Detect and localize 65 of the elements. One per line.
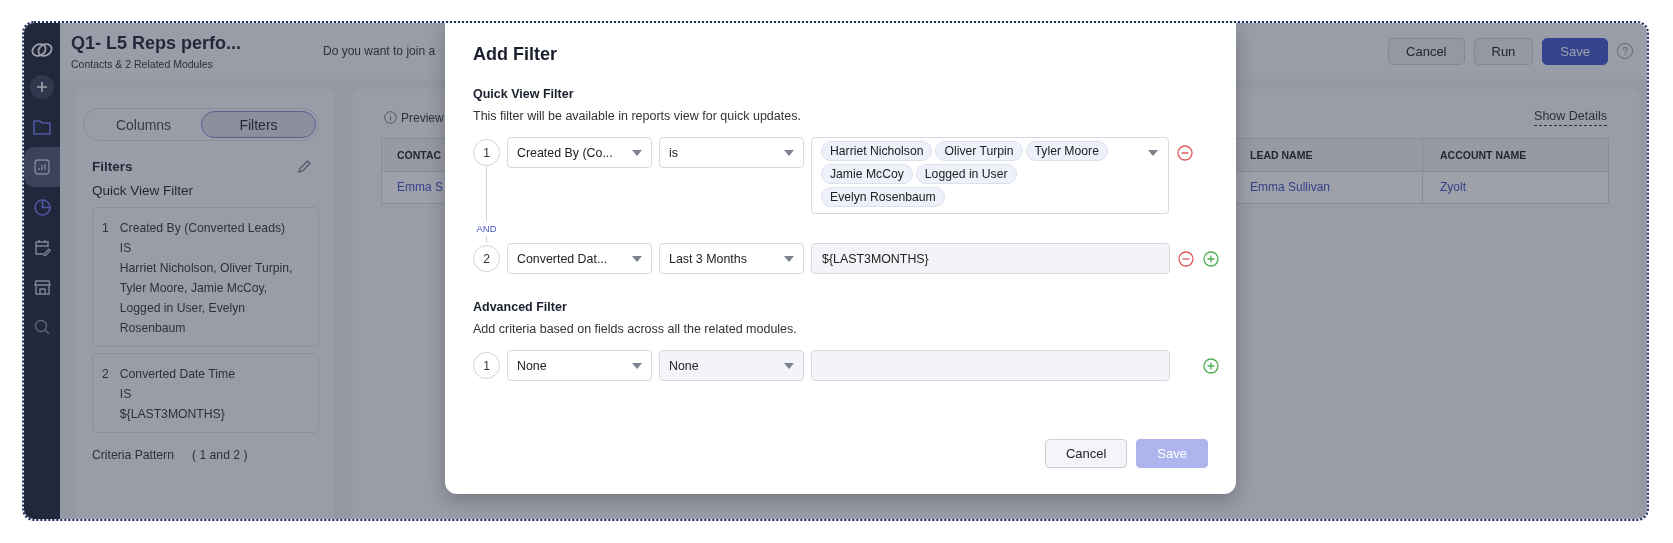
filter-number: 1 <box>102 220 109 237</box>
save-button[interactable]: Save <box>1542 37 1608 65</box>
section-label: Quick View Filter <box>91 183 195 198</box>
value-tag[interactable]: Oliver Turpin <box>935 141 1023 161</box>
value-tag[interactable]: Evelyn Rosenbaum <box>821 187 945 207</box>
filter-operator: IS <box>119 386 133 403</box>
value-tag[interactable]: Jamie McCoy <box>821 164 913 184</box>
value-tag[interactable]: Logged in User <box>915 164 1017 184</box>
remove-icon[interactable] <box>1177 144 1193 161</box>
remove-icon[interactable] <box>1178 250 1194 267</box>
logo-icon[interactable] <box>30 40 54 60</box>
join-prompt: Do you want to join a <box>323 44 436 58</box>
add-icon[interactable] <box>1203 357 1219 374</box>
filter-operator: IS <box>119 240 133 257</box>
caret-icon <box>632 255 642 262</box>
field-select[interactable]: None <box>507 350 652 381</box>
calendar-edit-icon[interactable] <box>33 238 51 256</box>
caret-icon <box>632 149 642 156</box>
field-select[interactable]: Converted Dat... <box>507 243 652 274</box>
folder-icon[interactable] <box>33 119 51 135</box>
value-tag[interactable]: Tyler Moore <box>1025 141 1108 161</box>
caret-icon <box>784 255 794 262</box>
table-cell[interactable]: Zyolt <box>1423 172 1608 203</box>
field-select[interactable]: Created By (Co... <box>507 137 652 168</box>
column-header: ACCOUNT NAME <box>1423 139 1608 172</box>
add-icon[interactable] <box>30 75 54 99</box>
dialog-title: Add Filter <box>473 44 557 65</box>
criteria-pattern: ( 1 and 2 ) <box>191 448 248 462</box>
section-heading: Quick View Filter <box>473 87 574 101</box>
caret-icon <box>632 362 642 369</box>
criteria-label: Criteria Pattern <box>92 448 174 462</box>
column-header: LEAD NAME <box>1233 139 1423 172</box>
toggle-tab[interactable]: Columns <box>86 111 201 138</box>
report-subtitle: Contacts & 2 Related Modules <box>71 57 214 70</box>
info-icon <box>384 111 397 124</box>
action-button[interactable]: Run <box>1473 37 1534 65</box>
caret-icon <box>784 149 794 156</box>
operator-select[interactable]: Last 3 Months <box>659 243 804 274</box>
preview-label: Preview <box>401 110 444 125</box>
caret-icon <box>1148 150 1158 156</box>
section-description: This filter will be available in reports view for quick updates. <box>473 109 801 123</box>
chart-icon[interactable] <box>34 159 50 175</box>
show-details-link[interactable]: Show Details <box>1534 109 1607 126</box>
search-icon[interactable] <box>33 318 51 336</box>
operator-select[interactable]: is <box>659 137 804 168</box>
report-title: Q1- L5 Reps perfo... <box>71 32 243 54</box>
cancel-button[interactable]: Cancel <box>1044 439 1128 468</box>
section-description: Add criteria based on fields across all the related modules. <box>473 322 797 336</box>
connector-label: AND <box>476 223 497 234</box>
caret-icon <box>784 362 794 369</box>
value-select[interactable]: Harriet Nicholson Oliver Turpin Tyler Moore Jamie McCoy Logged in User Evelyn Rosenbaum <box>811 137 1169 214</box>
filter-value: Harriet Nicholson, Oliver Turpin, Tyler Moore, Jamie McCoy, Logged in User, Evelyn Rosenbaum <box>119 260 294 337</box>
pie-chart-icon[interactable] <box>33 198 51 216</box>
filter-value: ${LAST3MONTHS} <box>119 406 226 423</box>
store-icon[interactable] <box>33 278 51 296</box>
value-tag[interactable]: Harriet Nicholson <box>821 141 933 161</box>
filter-field: Created By (Converted Leads) <box>119 218 310 238</box>
filters-heading: Filters <box>92 159 133 174</box>
section-heading: Advanced Filter <box>473 300 567 314</box>
add-icon[interactable] <box>1203 250 1219 267</box>
pencil-icon[interactable] <box>298 160 311 173</box>
filter-number: 2 <box>102 366 109 383</box>
toggle-tab[interactable]: Filters <box>201 111 316 138</box>
filter-field: Converted Date Time <box>119 364 235 384</box>
action-button[interactable]: Cancel <box>1388 37 1465 65</box>
